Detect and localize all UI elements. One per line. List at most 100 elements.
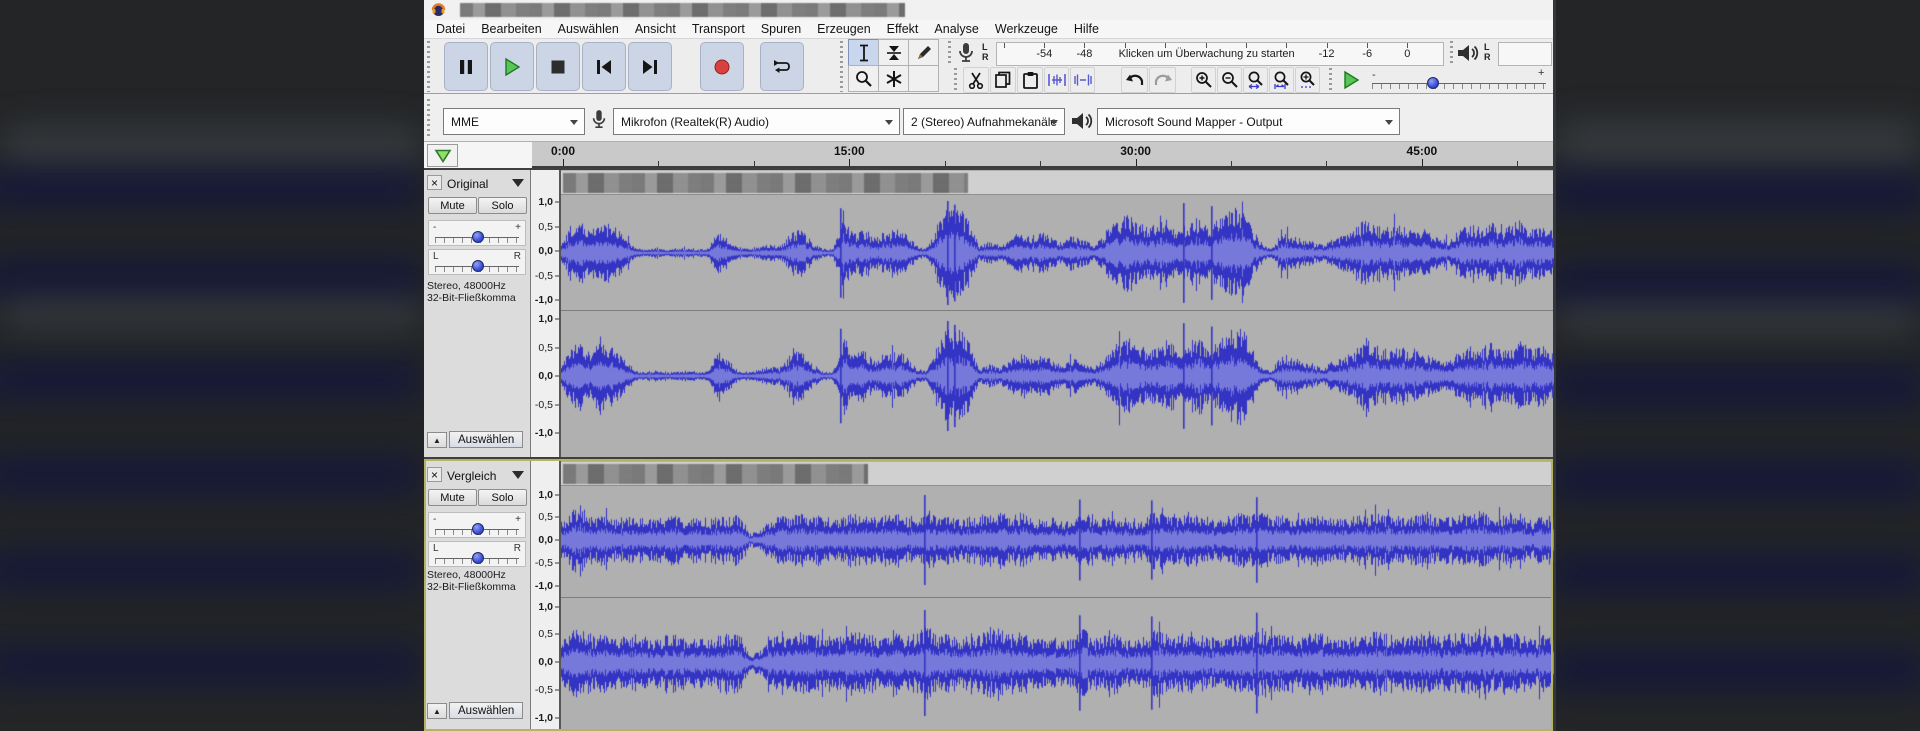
close-track-button[interactable]: × [427, 175, 442, 190]
menu-bearbeiten[interactable]: Bearbeiten [473, 21, 549, 37]
solo-button[interactable]: Solo [478, 489, 527, 506]
clip-header[interactable] [561, 462, 1553, 486]
draw-tool-button[interactable] [908, 39, 939, 66]
menu-effekt[interactable]: Effekt [879, 21, 927, 37]
menu-datei[interactable]: Datei [428, 21, 473, 37]
track-menu-chevron-icon[interactable] [512, 471, 524, 479]
mute-button[interactable]: Mute [428, 197, 477, 214]
menu-hilfe[interactable]: Hilfe [1066, 21, 1107, 37]
playback-meter-speaker[interactable] [1456, 42, 1482, 64]
track-vergleich-vertical-ruler[interactable]: 1,00,50,0-0,5-1,01,00,50,0-0,5-1,0 [531, 461, 560, 731]
waveform-original-left[interactable] [561, 195, 1554, 310]
play-button[interactable] [490, 42, 534, 91]
track-vergleich-waveform-area[interactable] [560, 461, 1553, 731]
waveform-vergleich-left[interactable] [561, 487, 1554, 597]
zoom-out-button[interactable] [1217, 67, 1242, 93]
selection-tool-button[interactable] [848, 39, 879, 66]
undo-button[interactable] [1121, 67, 1148, 93]
play-at-speed-grip[interactable] [1327, 68, 1334, 93]
menu-werkzeuge[interactable]: Werkzeuge [987, 21, 1066, 37]
titlebar[interactable] [424, 0, 1553, 20]
timeline-ruler[interactable]: 0:0015:0030:0045:00 [532, 142, 1553, 168]
recording-device-select[interactable]: Mikrofon (Realtek(R) Audio) [613, 108, 900, 135]
track-title[interactable]: Original [447, 177, 488, 191]
pan-slider-thumb[interactable] [472, 260, 484, 272]
edit-toolbar-grip[interactable] [952, 68, 959, 93]
record-meter[interactable]: Klicken um Überwachung zu starten -54-48… [996, 42, 1444, 66]
cut-button[interactable] [963, 67, 989, 93]
speaker-icon [1456, 42, 1480, 64]
zoom-tool-button[interactable] [848, 65, 879, 92]
trim-outside-button[interactable] [1044, 67, 1069, 93]
amplitude-label: 1,0 [538, 313, 553, 325]
timeline-label: 45:00 [1407, 144, 1438, 158]
gain-slider[interactable]: - + [428, 512, 526, 538]
amplitude-label: -1,0 [535, 712, 553, 724]
record-button[interactable] [700, 42, 744, 91]
pan-slider[interactable]: L R [428, 541, 526, 567]
zoom-project-button[interactable] [1269, 67, 1294, 93]
mute-button[interactable]: Mute [428, 489, 477, 506]
menu-erzeugen[interactable]: Erzeugen [809, 21, 879, 37]
menu-auswhlen[interactable]: Auswählen [550, 21, 627, 37]
stop-button[interactable] [536, 42, 580, 91]
clip-name-redacted [563, 464, 868, 484]
playback-meter-grip[interactable] [1448, 41, 1455, 66]
playback-meter[interactable] [1498, 42, 1552, 66]
chevron-down-icon [1385, 120, 1393, 125]
playback-device-select[interactable]: Microsoft Sound Mapper - Output [1097, 108, 1400, 135]
track-original-vertical-ruler[interactable]: 1,00,50,0-0,5-1,01,00,50,0-0,5-1,0 [531, 170, 560, 459]
play-at-speed-button[interactable] [1337, 67, 1365, 93]
waveform-original-right[interactable] [561, 311, 1554, 459]
track-original-waveform-area[interactable] [560, 170, 1553, 459]
close-track-button[interactable]: × [427, 467, 442, 482]
pan-slider-thumb[interactable] [472, 552, 484, 564]
multi-tool-button[interactable] [878, 65, 909, 92]
pan-slider[interactable]: L R [428, 249, 526, 275]
paste-icon [1022, 71, 1039, 89]
meter-scale-tick [1165, 43, 1166, 48]
recording-channels-select[interactable]: 2 (Stereo) Aufnahmekanäle [903, 108, 1065, 135]
menu-analyse[interactable]: Analyse [926, 21, 986, 37]
device-toolbar-grip[interactable] [425, 99, 432, 137]
collapse-track-button[interactable]: ▲ [427, 703, 447, 719]
timeline-label: 30:00 [1120, 144, 1151, 158]
select-track-button[interactable]: Auswählen [449, 431, 523, 448]
quickplay-button[interactable] [427, 144, 458, 167]
silence-button[interactable] [1070, 67, 1095, 93]
envelope-tool-button[interactable] [878, 39, 909, 66]
skip-to-start-button[interactable] [582, 42, 626, 91]
clip-header[interactable] [561, 171, 1553, 195]
zoom-selection-button[interactable] [1243, 67, 1268, 93]
zoom-toggle-button[interactable] [1295, 67, 1320, 93]
record-meter-channel-labels: L R [982, 42, 989, 62]
audio-host-select[interactable]: MME [443, 108, 585, 135]
select-track-button[interactable]: Auswählen [449, 702, 523, 719]
menu-ansicht[interactable]: Ansicht [627, 21, 684, 37]
paste-button[interactable] [1017, 67, 1043, 93]
toolbar-dock: L R Klicken um Überwachung zu starten -5… [424, 38, 1553, 94]
skip-to-end-button[interactable] [628, 42, 672, 91]
pause-button[interactable] [444, 42, 488, 91]
loop-button[interactable] [760, 42, 804, 91]
speed-slider-thumb[interactable] [1427, 77, 1439, 89]
gain-slider-thumb[interactable] [472, 523, 484, 535]
record-meter-message[interactable]: Klicken um Überwachung zu starten [1119, 48, 1295, 60]
record-meter-grip[interactable] [946, 41, 953, 66]
record-meter-mic[interactable] [956, 42, 980, 64]
zoom-in-button[interactable] [1191, 67, 1216, 93]
transport-toolbar-grip[interactable] [425, 41, 432, 92]
track-title[interactable]: Vergleich [447, 469, 496, 483]
waveform-vergleich-right[interactable] [561, 598, 1554, 731]
redo-button[interactable] [1149, 67, 1176, 93]
collapse-track-button[interactable]: ▲ [427, 432, 447, 448]
menu-spuren[interactable]: Spuren [753, 21, 809, 37]
tools-toolbar-grip[interactable] [838, 41, 845, 92]
amplitude-tick [555, 319, 559, 320]
menu-transport[interactable]: Transport [684, 21, 753, 37]
solo-button[interactable]: Solo [478, 197, 527, 214]
gain-slider-thumb[interactable] [472, 231, 484, 243]
copy-button[interactable] [990, 67, 1016, 93]
track-menu-chevron-icon[interactable] [512, 179, 524, 187]
gain-slider[interactable]: - + [428, 220, 526, 246]
